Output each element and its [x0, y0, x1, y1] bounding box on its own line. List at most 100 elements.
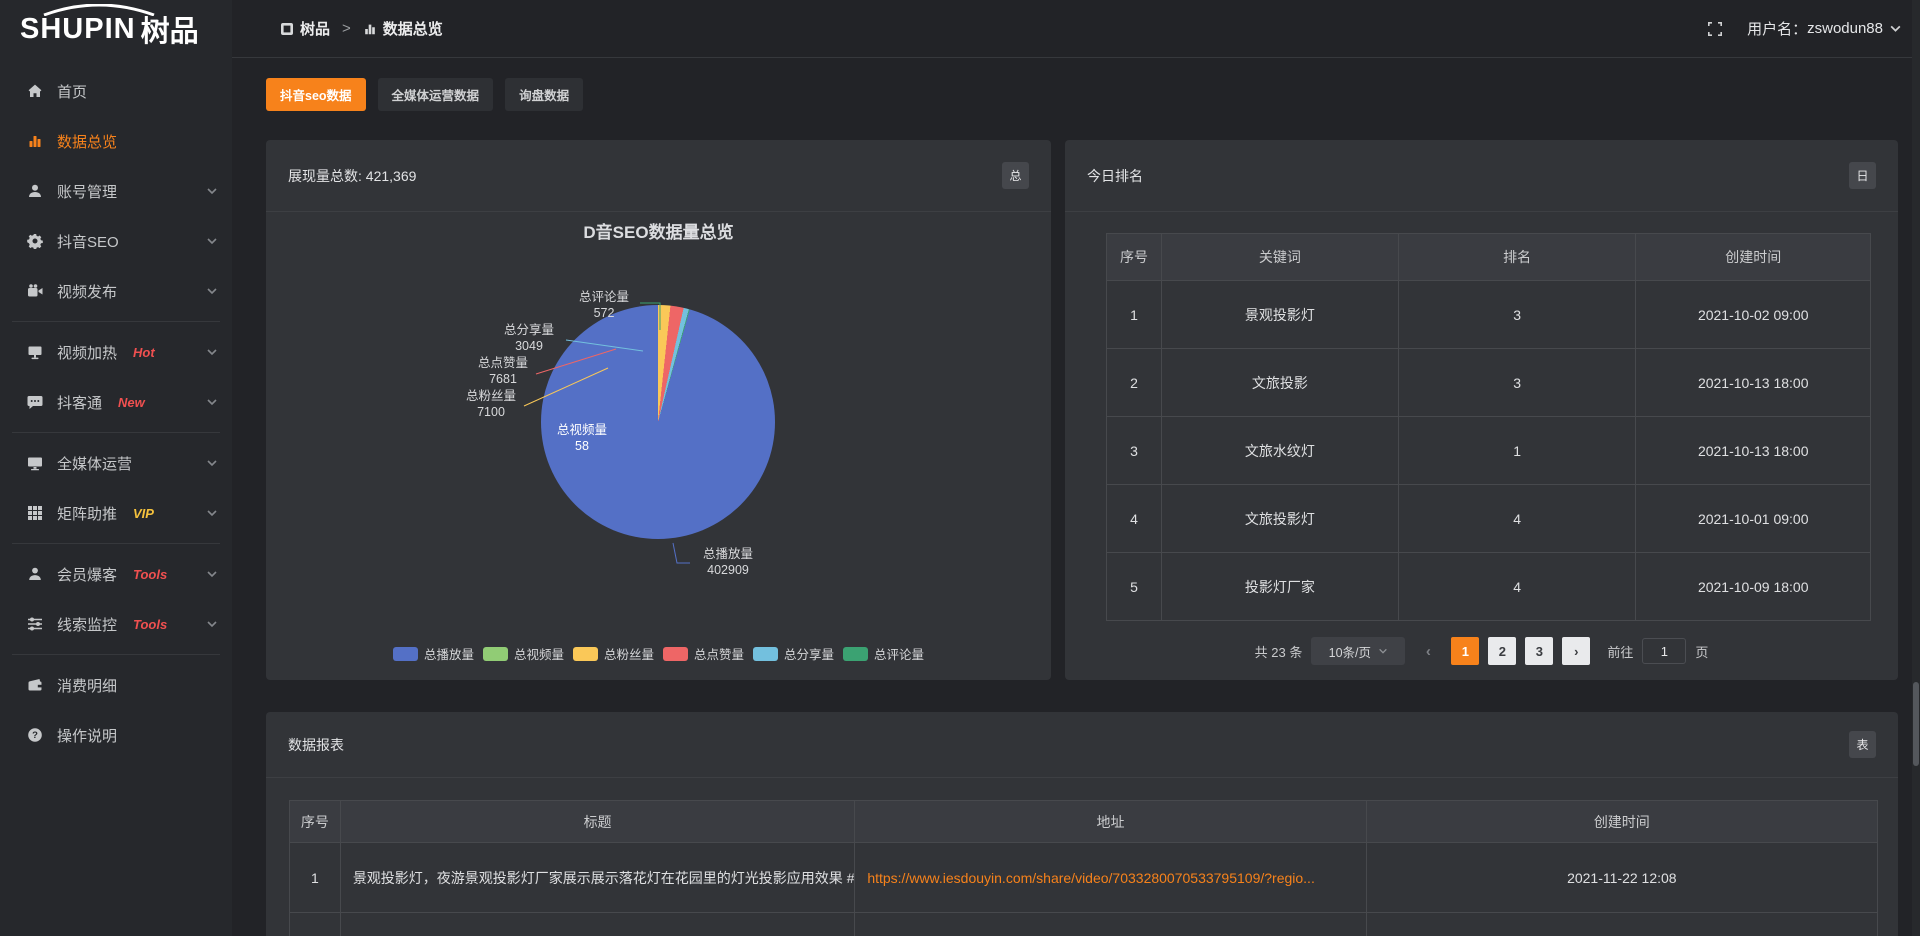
legend-swatch: [393, 647, 418, 661]
chevron-down-icon: [1378, 646, 1388, 656]
sidebar-item-label: 线索监控: [57, 614, 117, 635]
table-badge-button[interactable]: 表: [1849, 731, 1876, 758]
sidebar-item-douketong[interactable]: 抖客通 New: [0, 377, 232, 427]
legend-item-plays[interactable]: 总播放量: [393, 644, 474, 663]
legend-item-fans[interactable]: 总粉丝量: [573, 644, 654, 663]
cell-created: 2021-11-22 12:08: [1366, 843, 1877, 913]
logo-arc-icon: [40, 4, 158, 16]
sidebar-item-clue-monitor[interactable]: 线索监控 Tools: [0, 599, 232, 649]
bar-chart-icon: [27, 133, 44, 150]
bar-chart-icon: [363, 22, 377, 36]
pie-label-fans: 总粉丝量7100: [456, 388, 526, 420]
report-link[interactable]: https://www.iesdouyin.com/share/video/70…: [867, 870, 1315, 886]
pie-chart-area: D音SEO数据量总览 总评论量572 总分享量3049 总点赞量7681: [266, 212, 1051, 679]
username: zswodun88: [1807, 20, 1883, 37]
cell-created: 2021-10-09 18:00: [1636, 553, 1871, 621]
sidebar-item-label: 首页: [57, 81, 87, 102]
user-menu[interactable]: 用户名： zswodun88: [1747, 18, 1902, 39]
cell-keyword: 文旅投影: [1162, 349, 1399, 417]
cell-created: 2021-10-13 18:00: [1636, 417, 1871, 485]
breadcrumb-current[interactable]: 数据总览: [383, 18, 443, 39]
total-badge-button[interactable]: 总: [1002, 162, 1029, 189]
question-circle-icon: ?: [27, 727, 44, 744]
cell-index: 4: [1107, 485, 1162, 553]
cell-index: [290, 913, 341, 936]
page-button-3[interactable]: 3: [1525, 637, 1553, 665]
goto-unit: 页: [1695, 642, 1708, 661]
overview-card-header: 展现量总数: 421,369 总: [266, 140, 1051, 212]
ranking-card-header: 今日排名 日: [1065, 140, 1898, 212]
sidebar-item-video-heat[interactable]: 视频加热 Hot: [0, 327, 232, 377]
legend-item-likes[interactable]: 总点赞量: [663, 644, 744, 663]
app-square-icon: [280, 22, 294, 36]
cell-created: 2021-10-01 09:00: [1636, 485, 1871, 553]
pie-label-plays: 总播放量402909: [686, 546, 770, 578]
tools-badge: Tools: [133, 617, 167, 632]
sidebar-item-home[interactable]: 首页: [0, 66, 232, 116]
sidebar-divider: [12, 321, 220, 322]
chat-icon: [27, 394, 44, 411]
fullscreen-icon[interactable]: [1707, 21, 1723, 37]
page-size-select[interactable]: 10条/页: [1311, 637, 1405, 665]
scrollbar[interactable]: [1912, 0, 1920, 936]
next-page-button[interactable]: ›: [1562, 637, 1590, 665]
cell-keyword: 景观投影灯: [1162, 281, 1399, 349]
pagination: 共 23 条 10条/页 ‹ 1 2 3 › 前往 页: [1065, 637, 1898, 665]
pie-label-comments: 总评论量572: [568, 289, 640, 321]
legend-swatch: [663, 647, 688, 661]
sidebar-item-account[interactable]: 账号管理: [0, 166, 232, 216]
cell-rank: 4: [1398, 485, 1636, 553]
sidebar-item-consumption[interactable]: 消费明细: [0, 660, 232, 710]
app-root: SHUPIN 树品 首页 数据总览 账号管理 抖音SEO: [0, 0, 1920, 936]
table-row: 1 景观投影灯，夜游景观投影灯厂家展示展示落花灯在花园里的灯光投影应用效果 # …: [290, 843, 1878, 913]
tab-media-ops-data[interactable]: 全媒体运营数据: [378, 78, 494, 111]
sidebar-item-label: 视频发布: [57, 281, 117, 302]
sidebar-item-media-ops[interactable]: 全媒体运营: [0, 438, 232, 488]
chevron-down-icon: [206, 185, 218, 197]
chevron-down-icon: [206, 457, 218, 469]
table-row: 5 投影灯厂家 4 2021-10-09 18:00: [1107, 553, 1871, 621]
legend-item-comments[interactable]: 总评论量: [843, 644, 924, 663]
sidebar-item-member-tools[interactable]: 会员爆客 Tools: [0, 549, 232, 599]
sidebar-item-instructions[interactable]: ? 操作说明: [0, 710, 232, 760]
sidebar-item-douyin-seo[interactable]: 抖音SEO: [0, 216, 232, 266]
cell-index: 2: [1107, 349, 1162, 417]
prev-page-button[interactable]: ‹: [1414, 637, 1442, 665]
ranking-card: 今日排名 日 序号 关键词 排名 创建时间: [1065, 140, 1898, 680]
chevron-down-icon: [206, 507, 218, 519]
table-header-row: 序号 标题 地址 创建时间: [290, 801, 1878, 843]
sidebar-item-label: 会员爆客: [57, 564, 117, 585]
sidebar-item-matrix-boost[interactable]: 矩阵助推 VIP: [0, 488, 232, 538]
column-header: 关键词: [1162, 234, 1399, 281]
breadcrumb-root[interactable]: 树品: [300, 18, 330, 39]
report-card-header: 数据报表 表: [266, 712, 1898, 778]
legend-item-shares[interactable]: 总分享量: [753, 644, 834, 663]
data-tabs: 抖音seo数据 全媒体运营数据 询盘数据: [266, 78, 583, 111]
pie-label-likes: 总点赞量7681: [468, 355, 538, 387]
pagination-total: 共 23 条: [1255, 642, 1303, 661]
tab-inquiry-data[interactable]: 询盘数据: [505, 78, 583, 111]
sidebar-item-label: 抖音SEO: [57, 231, 119, 252]
table-row: 1 景观投影灯 3 2021-10-02 09:00: [1107, 281, 1871, 349]
legend-item-videos[interactable]: 总视频量: [483, 644, 564, 663]
sidebar-item-video-publish[interactable]: 视频发布: [0, 266, 232, 316]
page-button-2[interactable]: 2: [1488, 637, 1516, 665]
cell-index: 1: [290, 843, 341, 913]
column-header: 创建时间: [1636, 234, 1871, 281]
goto-page-input[interactable]: [1642, 638, 1686, 664]
day-badge-button[interactable]: 日: [1849, 162, 1876, 189]
grid-icon: [27, 505, 44, 522]
scrollbar-thumb[interactable]: [1913, 682, 1919, 766]
column-header: 创建时间: [1366, 801, 1877, 843]
cell-keyword: 文旅投影灯: [1162, 485, 1399, 553]
wallet-icon: [27, 677, 44, 694]
column-header: 序号: [290, 801, 341, 843]
tab-douyin-seo-data[interactable]: 抖音seo数据: [266, 78, 366, 111]
sidebar-item-label: 全媒体运营: [57, 453, 132, 474]
column-header: 排名: [1398, 234, 1636, 281]
sidebar-item-data-overview[interactable]: 数据总览: [0, 116, 232, 166]
cell-title: 景观投影灯，夜游景观投影灯厂家展示展示落花灯在花园里的灯光投影应用效果 #: [340, 843, 855, 913]
page-button-1[interactable]: 1: [1451, 637, 1479, 665]
chevron-down-icon: [206, 568, 218, 580]
breadcrumb-separator: >: [342, 20, 351, 37]
